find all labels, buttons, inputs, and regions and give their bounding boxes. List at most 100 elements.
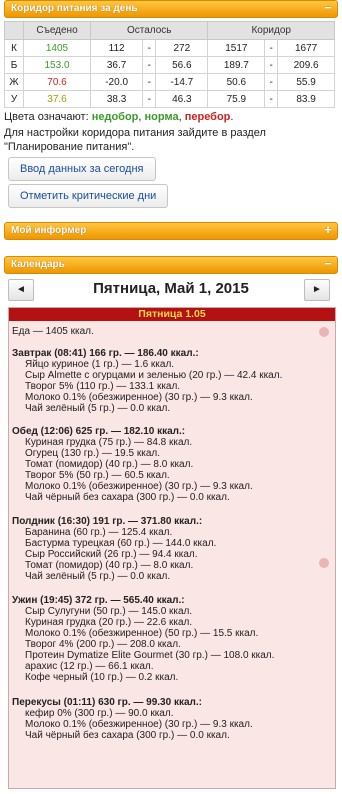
collapse-icon[interactable]: − bbox=[323, 257, 333, 270]
remaining-max: -14.7 bbox=[155, 73, 209, 91]
column-header: Осталось bbox=[89, 21, 209, 40]
calendar-date: Пятница, Май 1, 2015 bbox=[93, 280, 249, 297]
meal-item: Молоко 0.1% (обезжиренное) (30 гр.) — 9.… bbox=[25, 392, 253, 403]
informer-panel-title: Мой информер bbox=[11, 225, 87, 236]
legend-separator: , bbox=[178, 111, 182, 123]
corridor-max: 83.9 bbox=[277, 90, 335, 108]
legend-over: перебор bbox=[184, 111, 231, 123]
corridor-max: 55.9 bbox=[277, 73, 335, 91]
corridor-panel-header: Коридор питания за день − bbox=[4, 0, 338, 18]
mark-critical-days-button[interactable]: Отметить критические дни bbox=[8, 184, 169, 208]
apple-icon[interactable] bbox=[319, 327, 329, 337]
meal-item: Огурец (130 гр.) — 19.5 ккал. bbox=[25, 448, 160, 459]
remaining-min: 36.7 bbox=[89, 56, 144, 74]
meal-item: Чай чёрный без сахара (300 гр.) — 0.0 кк… bbox=[25, 492, 230, 503]
remaining-min: -20.0 bbox=[89, 73, 144, 91]
meal-item: Протеин Dymatize Elite Gourmet (30 гр.) … bbox=[25, 650, 275, 661]
legend-prefix: Цвета означают: bbox=[4, 111, 89, 123]
meal-item: Чай зелёный (5 гр.) — 0.0 ккал. bbox=[25, 403, 171, 414]
enter-today-data-button[interactable]: Ввод данных за сегодня bbox=[8, 157, 156, 181]
dash: - bbox=[264, 90, 279, 108]
meal-item: Кофе черный (10 гр.) — 0.2 ккал. bbox=[25, 672, 179, 683]
color-legend: Цвета означают: недобор, норма, перебор. bbox=[4, 110, 338, 124]
remaining-max: 46.3 bbox=[155, 90, 209, 108]
table-row: Ж 70.6 -20.0 - -14.7 50.6 - 55.9 bbox=[4, 73, 335, 91]
meal-item: Бастурма турецкая (60 гр.) — 144.0 ккал. bbox=[25, 538, 217, 549]
meal-item: Томат (помидор) (40 гр.) — 8.0 ккал. bbox=[25, 459, 194, 470]
eaten-value: 1405 bbox=[23, 39, 91, 57]
meal-item: арахис (12 гр.) — 66.1 ккал. bbox=[25, 661, 154, 672]
prev-day-button[interactable]: ◄ bbox=[8, 279, 34, 301]
meal-item: Чай зелёный (5 гр.) — 0.0 ккал. bbox=[25, 571, 171, 582]
calendar-nav: ◄ Пятница, Май 1, 2015 ► bbox=[4, 277, 338, 303]
meal-item: Сыр Российский (26 гр.) — 94.4 ккал. bbox=[25, 549, 198, 560]
meal-title: Завтрак (08:41) 166 гр. — 186.40 ккал.: bbox=[12, 348, 199, 359]
meal-item: Куриная грудка (20 гр.) — 22.6 ккал. bbox=[25, 617, 193, 628]
meal-item: Баранина (60 гр.) — 125.4 ккал. bbox=[25, 527, 173, 538]
apple-icon[interactable] bbox=[319, 558, 329, 568]
informer-panel-header[interactable]: Мой информер + bbox=[4, 222, 338, 240]
remaining-max: 272 bbox=[155, 39, 209, 57]
expand-icon[interactable]: + bbox=[323, 223, 333, 236]
legend-under: недобор bbox=[91, 111, 139, 123]
day-card: Пятница 1.05 Еда — 1405 ккал. Завтрак (0… bbox=[8, 307, 336, 789]
eaten-value: 37.6 bbox=[23, 90, 91, 108]
dash: - bbox=[142, 73, 157, 91]
meal-item: Куриная грудка (75 гр.) — 84.8 ккал. bbox=[25, 437, 193, 448]
nutrient-letter: Ж bbox=[4, 73, 24, 91]
remaining-max: 56.6 bbox=[155, 56, 209, 74]
meal-item: Творог 5% (50 гр.) — 60.5 ккал. bbox=[25, 470, 170, 481]
meal-item: Сыр Сулугуни (50 гр.) — 145.0 ккал. bbox=[25, 606, 193, 617]
corridor-min: 189.7 bbox=[207, 56, 266, 74]
dash: - bbox=[142, 90, 157, 108]
corridor-info-text: Для настройки коридора питания зайдите в… bbox=[4, 127, 266, 153]
remaining-min: 112 bbox=[89, 39, 144, 57]
meal-title: Обед (12:06) 625 гр. — 182.10 ккал.: bbox=[12, 426, 186, 437]
nutrient-letter: У bbox=[4, 90, 24, 108]
collapse-icon[interactable]: − bbox=[323, 1, 333, 14]
meal-item: Творог 4% (200 гр.) — 208.0 ккал. bbox=[25, 639, 181, 650]
eaten-value: 70.6 bbox=[23, 73, 91, 91]
meal-item: Творог 5% (110 гр.) — 133.1 ккал. bbox=[25, 381, 181, 392]
meal-item: Томат (помидор) (40 гр.) — 8.0 ккал. bbox=[25, 560, 194, 571]
day-label: Пятница 1.05 bbox=[9, 308, 335, 321]
eaten-value: 153.0 bbox=[23, 56, 91, 74]
corridor-min: 50.6 bbox=[207, 73, 266, 91]
table-row: К 1405 112 - 272 1517 - 1677 bbox=[4, 39, 335, 57]
nutrient-letter: Б bbox=[4, 56, 24, 74]
meal-item: Яйцо куриное (1 гр.) — 1.6 ккал. bbox=[25, 359, 175, 370]
dash: - bbox=[264, 56, 279, 74]
corridor-min: 1517 bbox=[207, 39, 266, 57]
dash: - bbox=[264, 39, 279, 57]
legend-end: . bbox=[230, 111, 234, 123]
corridor-max: 1677 bbox=[277, 39, 335, 57]
meal-title: Полдник (16:30) 191 гр. — 371.80 ккал.: bbox=[12, 516, 203, 527]
remaining-min: 38.3 bbox=[89, 90, 144, 108]
meal-item: Сыр Almette с огурцами и зеленью (20 гр.… bbox=[25, 370, 283, 381]
dash: - bbox=[142, 56, 157, 74]
dash: - bbox=[264, 73, 279, 91]
next-day-button[interactable]: ► bbox=[304, 279, 330, 301]
corridor-min: 75.9 bbox=[207, 90, 266, 108]
legend-separator: , bbox=[138, 111, 142, 123]
meal-title: Ужин (19:45) 372 гр. — 565.40 ккал.: bbox=[12, 595, 185, 606]
meal-item: кефир 0% (300 гр.) — 90.0 ккал. bbox=[25, 708, 174, 719]
meal-item: Чай чёрный без сахара (300 гр.) — 0.0 кк… bbox=[25, 730, 230, 741]
corridor-panel-title: Коридор питания за день bbox=[11, 3, 138, 14]
food-total: Еда — 1405 ккал. bbox=[12, 326, 94, 337]
meal-item: Молоко 0.1% (обезжиренное) (50 гр.) — 15… bbox=[25, 628, 259, 639]
meal-title: Перекусы (01:11) 630 гр. — 99.30 ккал.: bbox=[12, 697, 202, 708]
corridor-max: 209.6 bbox=[277, 56, 335, 74]
table-header-row: Съедено Осталось Коридор bbox=[4, 21, 335, 40]
table-row: Б 153.0 36.7 - 56.6 189.7 - 209.6 bbox=[4, 56, 335, 74]
nutrient-letter: К bbox=[4, 39, 24, 57]
corridor-table: Съедено Осталось Коридор К 1405 112 - 27… bbox=[4, 21, 335, 108]
column-header bbox=[4, 21, 24, 40]
table-row: У 37.6 38.3 - 46.3 75.9 - 83.9 bbox=[4, 90, 335, 108]
calendar-panel-header: Календарь − bbox=[4, 256, 338, 274]
calendar-panel-title: Календарь bbox=[11, 259, 65, 270]
meal-item: Молоко 0.1% (обезжиренное) (30 гр.) — 9.… bbox=[25, 481, 253, 492]
meal-item: Молоко 0.1% (обезжиренное) (30 гр.) — 9.… bbox=[25, 719, 253, 730]
legend-norm: норма bbox=[144, 111, 179, 123]
column-header: Коридор bbox=[207, 21, 335, 40]
